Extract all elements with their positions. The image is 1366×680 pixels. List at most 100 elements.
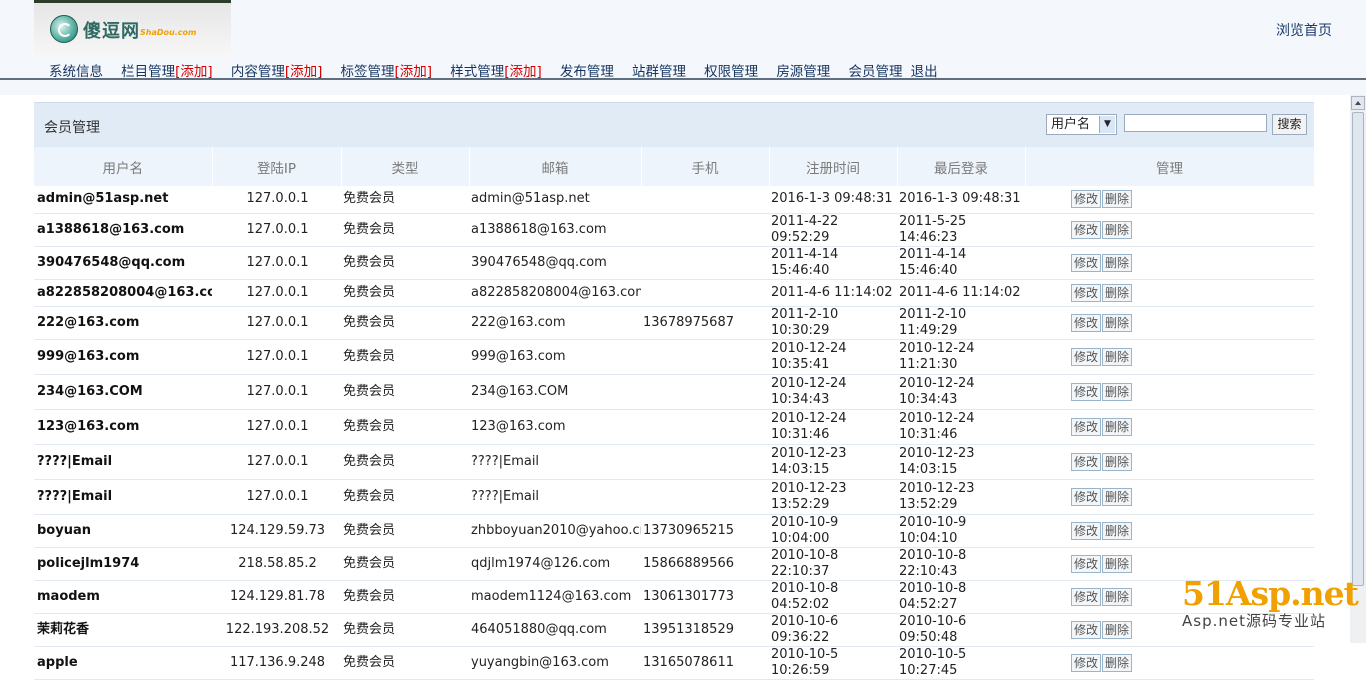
- scroll-up-arrow-icon[interactable]: [1351, 96, 1365, 110]
- main-nav: 系统信息 栏目管理[添加] 内容管理[添加] 标签管理[添加] 样式管理[添加]…: [49, 60, 952, 80]
- cell-phone: 13730965215: [641, 514, 769, 548]
- nav-group-content: 内容管理[添加]: [231, 60, 323, 80]
- cell-email: 123@163.com: [469, 409, 641, 445]
- edit-button[interactable]: 修改: [1071, 190, 1102, 209]
- edit-button[interactable]: 修改: [1071, 283, 1102, 302]
- cell-phone: 15866889566: [641, 547, 769, 581]
- scroll-thumb[interactable]: [1352, 112, 1364, 586]
- cell-type: 免费会员: [341, 514, 469, 548]
- edit-button[interactable]: 修改: [1071, 313, 1102, 332]
- nav-site-group-manage[interactable]: 站群管理: [632, 60, 686, 80]
- member-table: 用户名 登陆IP 类型 邮箱 手机 注册时间 最后登录 管理 admin@51a…: [34, 147, 1315, 680]
- nav-logout[interactable]: 退出: [911, 60, 938, 80]
- edit-button[interactable]: 修改: [1071, 382, 1102, 401]
- delete-button[interactable]: 删除: [1102, 253, 1133, 272]
- cell-username: admin@51asp.net: [34, 186, 212, 214]
- delete-button[interactable]: 删除: [1102, 521, 1133, 540]
- cell-email: 222@163.com: [469, 306, 641, 340]
- delete-button[interactable]: 删除: [1102, 417, 1133, 436]
- delete-button[interactable]: 删除: [1102, 587, 1133, 606]
- edit-button[interactable]: 修改: [1071, 620, 1102, 639]
- nav-publish-manage[interactable]: 发布管理: [560, 60, 614, 80]
- nav-system-info[interactable]: 系统信息: [49, 60, 103, 80]
- cell-username: 234@163.COM: [34, 374, 212, 410]
- delete-button[interactable]: 删除: [1102, 220, 1133, 239]
- table-row: 茉莉花香 122.193.208.52 免费会员 464051880@qq.co…: [34, 613, 1314, 647]
- cell-phone: 13061301773: [641, 580, 769, 614]
- cell-phone: [641, 246, 769, 280]
- col-header-last-login[interactable]: 最后登录: [897, 147, 1026, 186]
- cell-login-ip: 127.0.0.1: [212, 186, 341, 214]
- delete-button[interactable]: 删除: [1102, 382, 1133, 401]
- delete-button[interactable]: 删除: [1102, 313, 1133, 332]
- edit-button[interactable]: 修改: [1071, 452, 1102, 471]
- delete-button[interactable]: 删除: [1102, 487, 1133, 506]
- cell-actions: 修改 删除: [1025, 374, 1314, 410]
- chevron-down-icon: ▼: [1099, 116, 1115, 133]
- cell-register-time: 2011-2-10 10:30:29: [769, 306, 897, 340]
- cell-type: 免费会员: [341, 246, 469, 280]
- edit-button[interactable]: 修改: [1071, 220, 1102, 239]
- header: 傻逗网 ShaDou.com 浏览首页 系统信息 栏目管理[添加] 内容管理[添…: [0, 0, 1366, 95]
- cell-last-login: 2010-12-24 10:31:46: [897, 409, 1025, 445]
- cell-email: a1388618@163.com: [469, 213, 641, 247]
- panel-header: 会员管理 用户名 ▼ 搜索: [34, 102, 1314, 148]
- cell-last-login: 2010-12-23 13:52:29: [897, 479, 1025, 515]
- col-header-email[interactable]: 邮箱: [469, 147, 642, 186]
- cell-login-ip: 124.129.81.78: [212, 580, 341, 614]
- cell-login-ip: 124.129.59.73: [212, 514, 341, 548]
- cell-phone: 13951318529: [641, 613, 769, 647]
- cell-type: 免费会员: [341, 306, 469, 340]
- delete-button[interactable]: 删除: [1102, 283, 1133, 302]
- edit-button[interactable]: 修改: [1071, 521, 1102, 540]
- cell-actions: 修改 删除: [1025, 514, 1314, 548]
- search-button[interactable]: 搜索: [1272, 114, 1307, 135]
- cell-login-ip: 127.0.0.1: [212, 246, 341, 280]
- nav-member-manage[interactable]: 会员管理: [848, 60, 902, 80]
- delete-button[interactable]: 删除: [1102, 347, 1133, 366]
- edit-button[interactable]: 修改: [1071, 653, 1102, 672]
- cell-phone: [641, 213, 769, 247]
- col-header-phone[interactable]: 手机: [641, 147, 770, 186]
- search-input[interactable]: [1124, 114, 1267, 132]
- cell-username: ????|Email: [34, 479, 212, 515]
- col-header-type[interactable]: 类型: [341, 147, 470, 186]
- nav-permission-manage[interactable]: 权限管理: [704, 60, 758, 80]
- cell-email: ????|Email: [469, 444, 641, 480]
- col-header-register-time[interactable]: 注册时间: [769, 147, 898, 186]
- vertical-scrollbar[interactable]: [1350, 95, 1366, 643]
- nav-housing-manage[interactable]: 房源管理: [776, 60, 830, 80]
- watermark-logo-text: 51Asp.net: [1182, 574, 1359, 613]
- delete-button[interactable]: 删除: [1102, 620, 1133, 639]
- edit-button[interactable]: 修改: [1071, 487, 1102, 506]
- edit-button[interactable]: 修改: [1071, 253, 1102, 272]
- logo-subtext: ShaDou.com: [140, 28, 197, 37]
- browse-home-link[interactable]: 浏览首页: [1276, 20, 1332, 40]
- site-logo[interactable]: 傻逗网 ShaDou.com: [34, 0, 231, 57]
- delete-button[interactable]: 删除: [1102, 554, 1133, 573]
- cell-actions: 修改 删除: [1025, 479, 1314, 515]
- cell-phone: [641, 444, 769, 480]
- cell-email: ????|Email: [469, 479, 641, 515]
- search-field-select[interactable]: 用户名 ▼: [1046, 114, 1117, 135]
- cell-actions: 修改 删除: [1025, 306, 1314, 340]
- delete-button[interactable]: 删除: [1102, 653, 1133, 672]
- col-header-username[interactable]: 用户名: [34, 147, 213, 186]
- cell-type: 免费会员: [341, 646, 469, 680]
- cell-actions: 修改 删除: [1025, 444, 1314, 480]
- cell-username: boyuan: [34, 514, 212, 548]
- delete-button[interactable]: 删除: [1102, 190, 1133, 209]
- delete-button[interactable]: 删除: [1102, 452, 1133, 471]
- col-header-login-ip[interactable]: 登陆IP: [212, 147, 342, 186]
- cell-email: maodem1124@163.com: [469, 580, 641, 614]
- edit-button[interactable]: 修改: [1071, 554, 1102, 573]
- edit-button[interactable]: 修改: [1071, 417, 1102, 436]
- cell-actions: 修改 删除: [1025, 246, 1314, 280]
- cell-phone: 13165078611: [641, 646, 769, 680]
- edit-button[interactable]: 修改: [1071, 587, 1102, 606]
- cell-actions: 修改 删除: [1025, 186, 1314, 214]
- cell-login-ip: 127.0.0.1: [212, 339, 341, 375]
- edit-button[interactable]: 修改: [1071, 347, 1102, 366]
- cell-register-time: 2011-4-6 11:14:02: [769, 279, 897, 307]
- cell-email: admin@51asp.net: [469, 186, 641, 214]
